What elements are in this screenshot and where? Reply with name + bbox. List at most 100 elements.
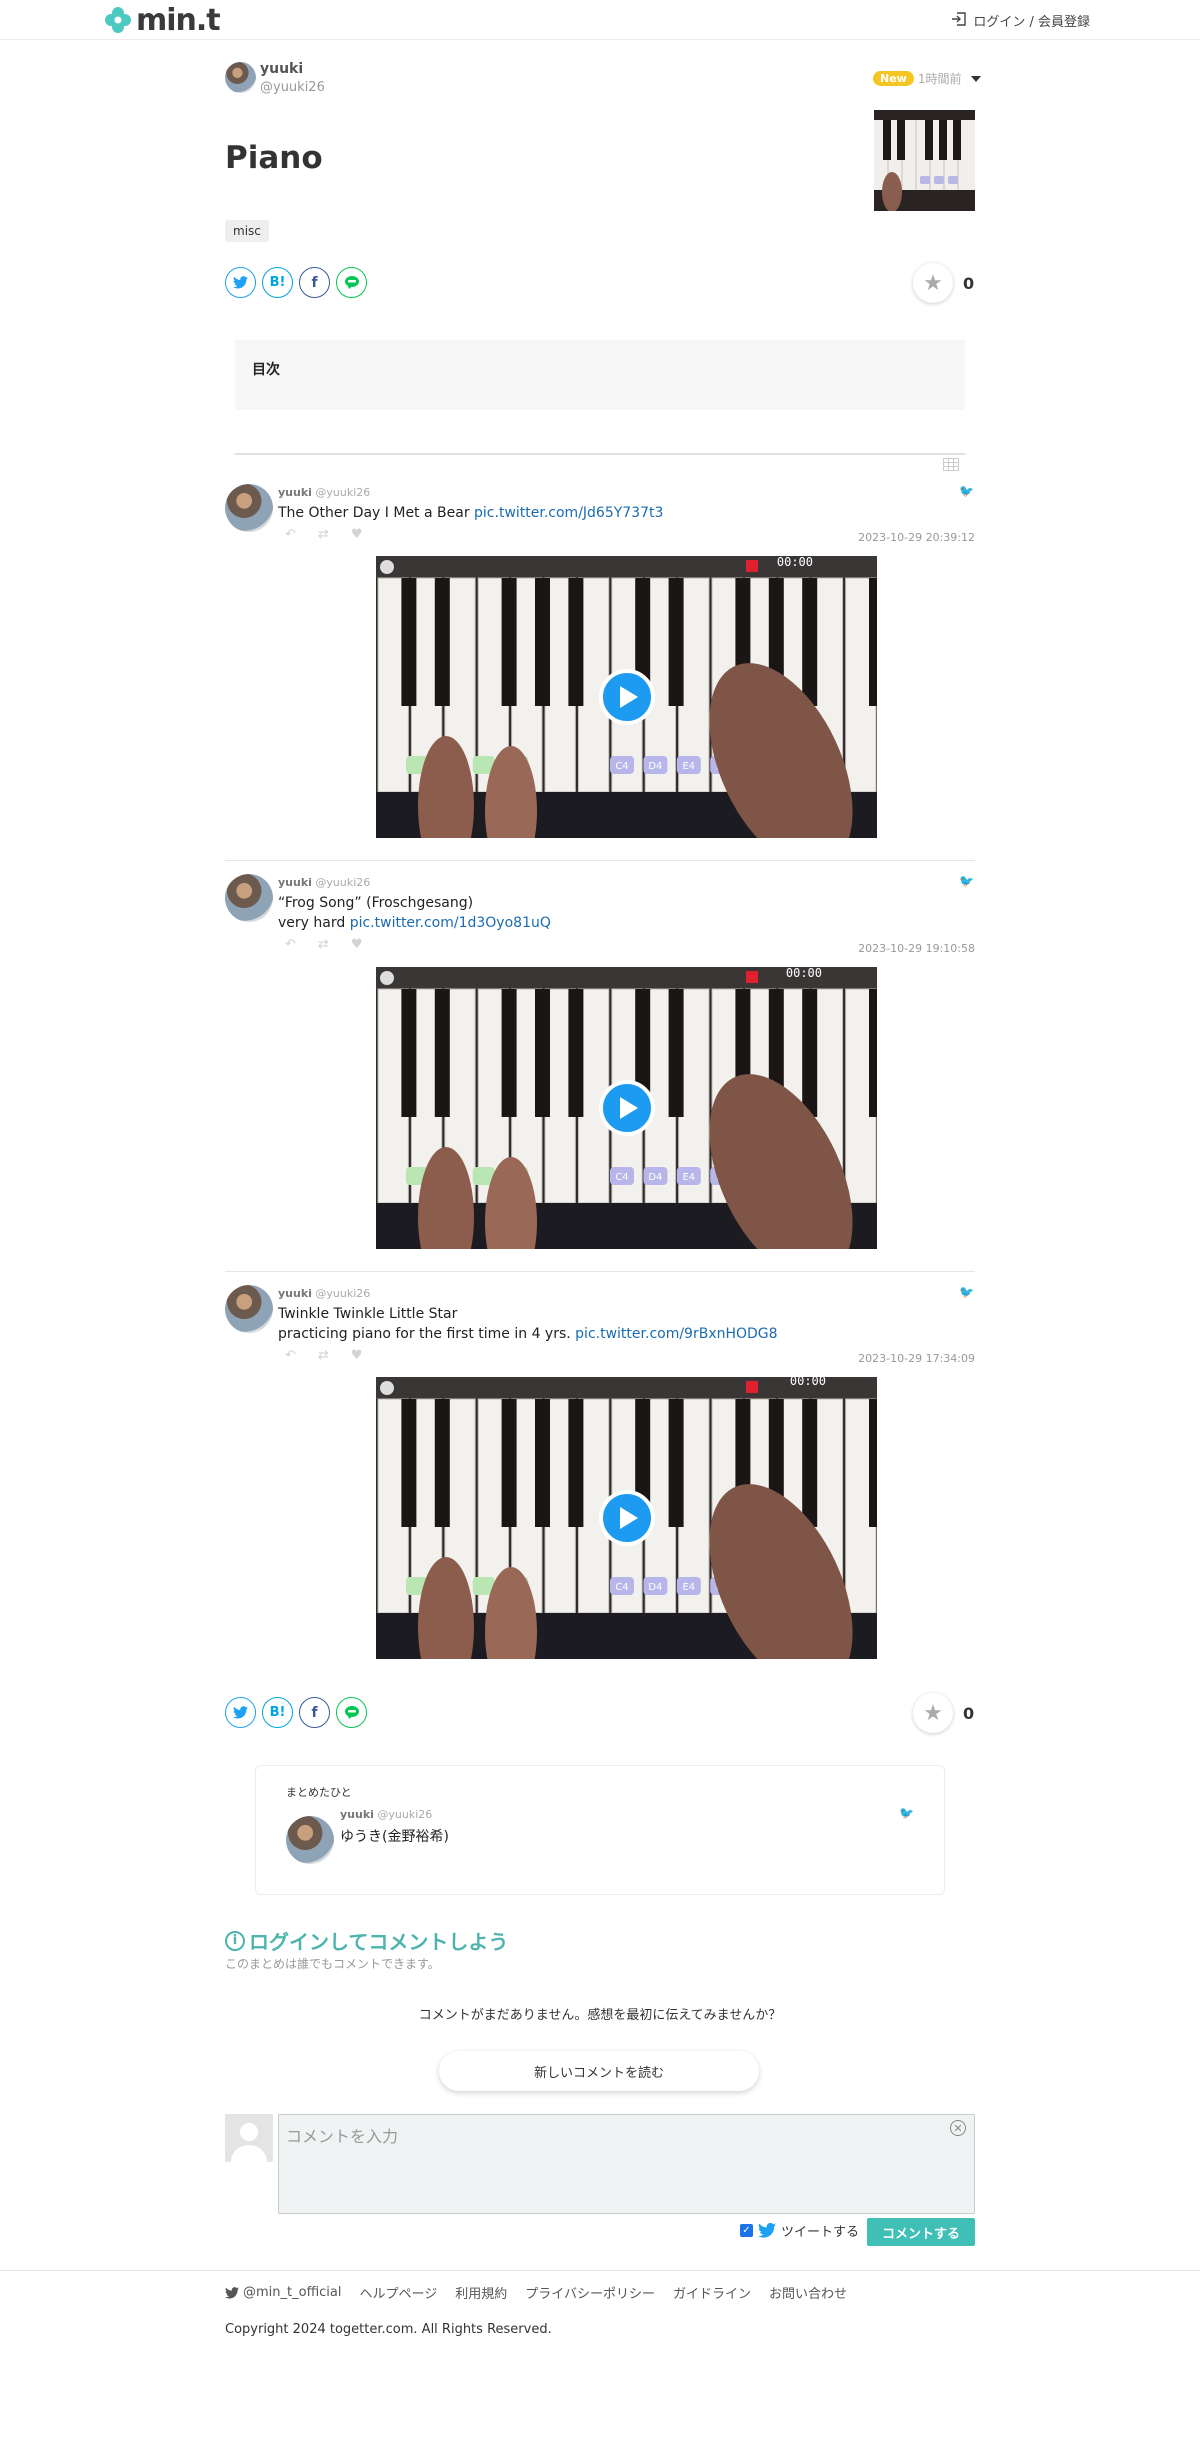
comment-input[interactable]: コメントを入力 ✕ bbox=[278, 2114, 975, 2214]
retweet-icon[interactable]: ⇄ bbox=[318, 937, 329, 952]
tag-misc[interactable]: misc bbox=[225, 220, 269, 242]
tweet-media-link[interactable]: pic.twitter.com/9rBxnHODG8 bbox=[575, 1326, 777, 1342]
play-button[interactable] bbox=[598, 1080, 655, 1136]
tweet-video[interactable]: C4D4E4F4G4 00:00 bbox=[376, 556, 877, 838]
footer-link-terms[interactable]: 利用規約 bbox=[455, 2283, 507, 2302]
svg-text:E4: E4 bbox=[682, 1582, 695, 1593]
play-button[interactable] bbox=[598, 1490, 655, 1546]
retweet-icon[interactable]: ⇄ bbox=[318, 527, 329, 542]
like-icon[interactable]: ♥ bbox=[351, 937, 363, 952]
grid-view-icon[interactable] bbox=[943, 456, 959, 475]
submit-comment-button[interactable]: コメントする bbox=[867, 2218, 975, 2246]
toc-title: 目次 bbox=[252, 362, 280, 378]
tweet-avatar[interactable] bbox=[225, 1285, 273, 1333]
top-bar: min.t ログイン / 会員登録 bbox=[0, 0, 1200, 40]
updated-indicator[interactable]: New 1時間前 bbox=[873, 70, 982, 87]
share-line-button[interactable] bbox=[336, 1697, 367, 1728]
curator-label: まとめたひと bbox=[286, 1786, 352, 1799]
footer-link-contact[interactable]: お問い合わせ bbox=[769, 2283, 847, 2302]
retweet-icon[interactable]: ⇄ bbox=[318, 1348, 329, 1363]
reply-icon[interactable]: ↶ bbox=[285, 1348, 296, 1363]
footer-link-guidelines[interactable]: ガイドライン bbox=[673, 2283, 751, 2302]
twitter-icon bbox=[233, 1706, 248, 1719]
share-hatena-button[interactable]: B! bbox=[262, 267, 293, 298]
author-name[interactable]: yuuki bbox=[260, 61, 303, 77]
login-link[interactable]: ログイン / 会員登録 bbox=[951, 11, 1090, 30]
twitter-bird-icon[interactable]: 🐦 bbox=[899, 1806, 914, 1820]
twitter-icon bbox=[758, 2223, 776, 2238]
login-to-comment[interactable]: i ログインしてコメントしよう bbox=[225, 1926, 508, 1955]
favorite-count: 0 bbox=[963, 1703, 975, 1723]
tweet-text: The Other Day I Met a Bear pic.twitter.c… bbox=[278, 503, 663, 523]
share-buttons-top: B! f bbox=[225, 267, 367, 298]
tweet-checkbox-label: ツイートする bbox=[781, 2225, 860, 2240]
reply-icon[interactable]: ↶ bbox=[285, 527, 296, 542]
tweet-media-link[interactable]: pic.twitter.com/Jd65Y737t3 bbox=[474, 505, 663, 521]
default-user-icon bbox=[225, 2114, 273, 2162]
share-hatena-button[interactable]: B! bbox=[262, 1697, 293, 1728]
twitter-bird-icon[interactable]: 🐦 bbox=[959, 874, 974, 888]
tweet-author-name[interactable]: yuuki bbox=[278, 876, 312, 889]
tweet-video[interactable]: C4D4E4F4G4 00:00 bbox=[376, 967, 877, 1249]
tweet-video[interactable]: C4D4E4F4G4 00:00 bbox=[376, 1377, 877, 1659]
favorite-bottom: ★ 0 bbox=[913, 1693, 974, 1733]
checkbox-checked-icon[interactable]: ✓ bbox=[740, 2224, 753, 2237]
tweet-date[interactable]: 2023-10-29 19:10:58 bbox=[858, 942, 975, 955]
tweet-actions: ↶ ⇄ ♥ bbox=[285, 527, 362, 542]
svg-text:D4: D4 bbox=[648, 1582, 662, 1593]
star-icon[interactable]: ★ bbox=[913, 263, 953, 303]
tweet-actions: ↶ ⇄ ♥ bbox=[285, 937, 362, 952]
tweet-text: “Frog Song” (Froschgesang) very hard pic… bbox=[278, 893, 551, 933]
svg-text:C4: C4 bbox=[615, 1172, 628, 1183]
favorite-top: ★ 0 bbox=[913, 263, 974, 303]
video-time: 00:00 bbox=[785, 967, 822, 980]
twitter-bird-icon[interactable]: 🐦 bbox=[959, 484, 974, 498]
footer-link-privacy[interactable]: プライバシーポリシー bbox=[525, 2283, 655, 2302]
logo-text: min.t bbox=[136, 2, 221, 38]
tweet-avatar[interactable] bbox=[225, 874, 273, 922]
tweet-meta: yuuki @yuuki26 bbox=[278, 876, 370, 889]
tweet-checkbox[interactable]: ✓ ツイートする bbox=[740, 2221, 859, 2240]
share-twitter-button[interactable] bbox=[225, 267, 256, 298]
play-button[interactable] bbox=[598, 669, 655, 725]
svg-text:C4: C4 bbox=[615, 1582, 628, 1593]
tweet-line: Twinkle Twinkle Little Star bbox=[278, 1306, 458, 1322]
footer-divider bbox=[0, 2270, 1200, 2271]
star-icon[interactable]: ★ bbox=[913, 1693, 953, 1733]
tweet-author-name[interactable]: yuuki bbox=[278, 1287, 312, 1300]
table-of-contents: 目次 bbox=[235, 340, 965, 410]
tweet-date[interactable]: 2023-10-29 20:39:12 bbox=[858, 531, 975, 544]
curator-name[interactable]: yuuki bbox=[340, 1808, 374, 1821]
tweet-avatar[interactable] bbox=[225, 484, 273, 532]
share-facebook-button[interactable]: f bbox=[299, 1697, 330, 1728]
tweet-author-handle: @yuuki26 bbox=[315, 1287, 371, 1300]
share-twitter-button[interactable] bbox=[225, 1697, 256, 1728]
curator-avatar[interactable] bbox=[286, 1816, 334, 1864]
clear-icon[interactable]: ✕ bbox=[950, 2120, 966, 2136]
reply-icon[interactable]: ↶ bbox=[285, 937, 296, 952]
site-logo[interactable]: min.t bbox=[104, 2, 221, 38]
tweet-date[interactable]: 2023-10-29 17:34:09 bbox=[858, 1352, 975, 1365]
twitter-bird-icon[interactable]: 🐦 bbox=[959, 1285, 974, 1299]
author-avatar[interactable] bbox=[225, 62, 256, 93]
line-icon bbox=[344, 276, 359, 289]
curator-card: まとめたひと yuuki @yuuki26 ゆうき(金野裕希) 🐦 bbox=[255, 1765, 945, 1895]
share-facebook-button[interactable]: f bbox=[299, 267, 330, 298]
tweet-media-link[interactable]: pic.twitter.com/1d3Oyo81uQ bbox=[350, 915, 551, 931]
author-handle: @yuuki26 bbox=[260, 80, 325, 95]
read-new-comments-button[interactable]: 新しいコメントを読む bbox=[439, 2051, 759, 2091]
video-time: 00:00 bbox=[776, 556, 813, 569]
share-line-button[interactable] bbox=[336, 267, 367, 298]
footer-link-help[interactable]: ヘルプページ bbox=[359, 2283, 437, 2302]
tweet-line: The Other Day I Met a Bear bbox=[278, 505, 475, 521]
twitter-icon bbox=[225, 2286, 239, 2299]
like-icon[interactable]: ♥ bbox=[351, 1348, 363, 1363]
tweet-author-name[interactable]: yuuki bbox=[278, 486, 312, 499]
like-icon[interactable]: ♥ bbox=[351, 527, 363, 542]
twitter-icon bbox=[233, 276, 248, 289]
footer-twitter-link[interactable]: @min_t_official bbox=[225, 2283, 341, 2302]
empty-comments-message: コメントがまだありません。感想を最初に伝えてみませんか？ bbox=[418, 2008, 782, 2023]
login-label: ログイン / 会員登録 bbox=[973, 15, 1090, 30]
comment-placeholder: コメントを入力 bbox=[286, 2127, 399, 2146]
login-icon bbox=[951, 11, 967, 30]
